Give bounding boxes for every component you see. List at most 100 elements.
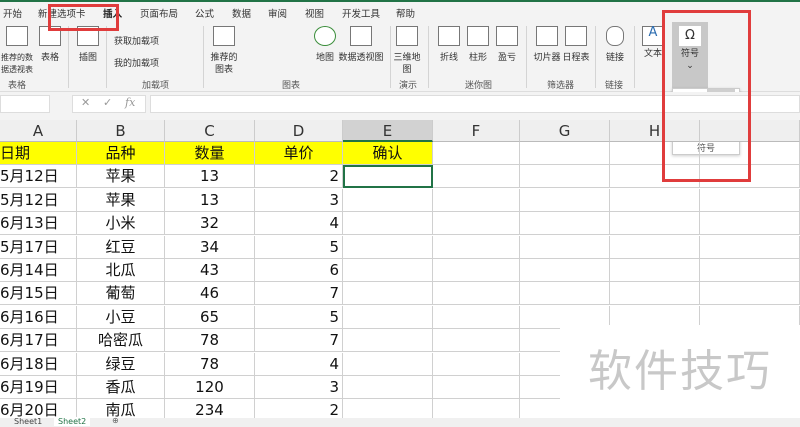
- table-cell[interactable]: 5月12日: [0, 188, 77, 212]
- table-header-cell[interactable]: 日期: [0, 142, 77, 165]
- slicer-button[interactable]: 切片器: [532, 26, 562, 64]
- table-cell[interactable]: 13: [165, 188, 255, 212]
- table-cell[interactable]: 小米: [77, 212, 165, 236]
- name-box[interactable]: [0, 95, 50, 113]
- table-cell[interactable]: [343, 329, 433, 353]
- sparkline-winloss-button[interactable]: 盈亏: [494, 26, 520, 64]
- table-cell[interactable]: [520, 235, 610, 259]
- table-cell[interactable]: 苹果: [77, 165, 165, 189]
- table-cell[interactable]: [433, 376, 520, 399]
- tab-formulas[interactable]: 公式: [195, 6, 214, 20]
- table-header-cell[interactable]: 数量: [165, 142, 255, 165]
- get-addins-button[interactable]: 获取加载项: [114, 34, 159, 47]
- recommended-charts-button[interactable]: 推荐的图表: [208, 26, 240, 76]
- cancel-icon[interactable]: ✕: [81, 96, 90, 109]
- illustrations-button[interactable]: 插图: [74, 26, 102, 64]
- table-header-cell[interactable]: [433, 142, 520, 165]
- table-cell[interactable]: [343, 235, 433, 259]
- table-cell[interactable]: 6月13日: [0, 212, 77, 236]
- column-header-c[interactable]: C: [165, 120, 255, 142]
- table-cell[interactable]: 5: [255, 235, 343, 259]
- table-header-cell[interactable]: [520, 142, 610, 165]
- table-cell[interactable]: 5月12日: [0, 165, 77, 189]
- table-cell[interactable]: [433, 282, 520, 306]
- table-cell[interactable]: [520, 212, 610, 236]
- column-header-f[interactable]: F: [433, 120, 520, 142]
- table-cell[interactable]: 13: [165, 165, 255, 189]
- maps-button[interactable]: 地图: [312, 26, 338, 64]
- tab-review[interactable]: 审阅: [268, 6, 287, 20]
- table-cell[interactable]: [520, 188, 610, 212]
- add-sheet-icon[interactable]: ⊕: [112, 416, 119, 425]
- table-button[interactable]: 表格: [36, 26, 64, 64]
- table-cell[interactable]: 6月17日: [0, 329, 77, 353]
- table-header-cell[interactable]: 品种: [77, 142, 165, 165]
- table-cell[interactable]: 哈密瓜: [77, 329, 165, 353]
- pivot-chart-button[interactable]: 数据透视图: [338, 26, 384, 64]
- table-cell[interactable]: 4: [255, 212, 343, 236]
- table-cell[interactable]: [700, 188, 800, 212]
- table-cell[interactable]: 46: [165, 282, 255, 306]
- table-cell[interactable]: 5月17日: [0, 235, 77, 259]
- table-cell[interactable]: [343, 212, 433, 236]
- table-cell[interactable]: 红豆: [77, 235, 165, 259]
- table-cell[interactable]: 3: [255, 376, 343, 399]
- table-cell[interactable]: [700, 282, 800, 306]
- table-cell[interactable]: 43: [165, 259, 255, 282]
- table-cell[interactable]: 2: [255, 165, 343, 189]
- table-cell[interactable]: [343, 259, 433, 282]
- table-cell[interactable]: 3: [255, 188, 343, 212]
- table-cell[interactable]: [520, 282, 610, 306]
- table-cell[interactable]: 小豆: [77, 305, 165, 329]
- table-cell[interactable]: [433, 235, 520, 259]
- table-cell[interactable]: [433, 305, 520, 329]
- recommended-pivot-button[interactable]: 推荐的数据透视表: [0, 26, 34, 76]
- table-cell[interactable]: 78: [165, 329, 255, 353]
- fx-icon[interactable]: fx: [125, 96, 135, 109]
- table-cell[interactable]: [433, 188, 520, 212]
- check-icon[interactable]: ✓: [103, 96, 112, 109]
- table-cell[interactable]: 7: [255, 329, 343, 353]
- table-cell[interactable]: 78: [165, 352, 255, 376]
- column-header-b[interactable]: B: [77, 120, 165, 142]
- table-cell[interactable]: [700, 259, 800, 282]
- sparkline-column-button[interactable]: 柱形: [465, 26, 491, 64]
- my-addins-button[interactable]: 我的加载项: [114, 56, 159, 69]
- table-cell[interactable]: 4: [255, 352, 343, 376]
- table-cell[interactable]: [343, 305, 433, 329]
- table-cell[interactable]: [343, 282, 433, 306]
- table-cell[interactable]: [433, 259, 520, 282]
- table-cell[interactable]: [343, 352, 433, 376]
- table-cell[interactable]: [610, 188, 700, 212]
- table-cell[interactable]: [343, 376, 433, 399]
- tab-data[interactable]: 数据: [232, 6, 251, 20]
- table-header-cell[interactable]: 单价: [255, 142, 343, 165]
- sparkline-line-button[interactable]: 折线: [436, 26, 462, 64]
- table-cell[interactable]: 6月19日: [0, 376, 77, 399]
- table-cell[interactable]: [610, 282, 700, 306]
- table-cell[interactable]: 葡萄: [77, 282, 165, 306]
- table-cell[interactable]: [433, 352, 520, 376]
- table-cell[interactable]: 6月18日: [0, 352, 77, 376]
- table-header-cell[interactable]: 确认: [343, 142, 433, 165]
- tab-help[interactable]: 帮助: [396, 6, 415, 20]
- table-cell[interactable]: 6月15日: [0, 282, 77, 306]
- table-cell[interactable]: [610, 259, 700, 282]
- table-cell[interactable]: 6月14日: [0, 259, 77, 282]
- sheet-tab-sheet2[interactable]: Sheet2: [54, 417, 91, 426]
- tab-developer[interactable]: 开发工具: [342, 6, 380, 20]
- table-cell[interactable]: [433, 165, 520, 189]
- table-cell[interactable]: [700, 212, 800, 236]
- table-cell[interactable]: 34: [165, 235, 255, 259]
- tab-page-layout[interactable]: 页面布局: [140, 6, 178, 20]
- table-cell[interactable]: [433, 212, 520, 236]
- table-cell[interactable]: 北瓜: [77, 259, 165, 282]
- table-cell[interactable]: 苹果: [77, 188, 165, 212]
- table-cell[interactable]: [700, 235, 800, 259]
- timeline-button[interactable]: 日程表: [562, 26, 590, 64]
- column-header-d[interactable]: D: [255, 120, 343, 142]
- tab-home[interactable]: 开始: [3, 6, 22, 20]
- table-cell[interactable]: 香瓜: [77, 376, 165, 399]
- table-cell[interactable]: 5: [255, 305, 343, 329]
- table-cell[interactable]: [343, 165, 433, 189]
